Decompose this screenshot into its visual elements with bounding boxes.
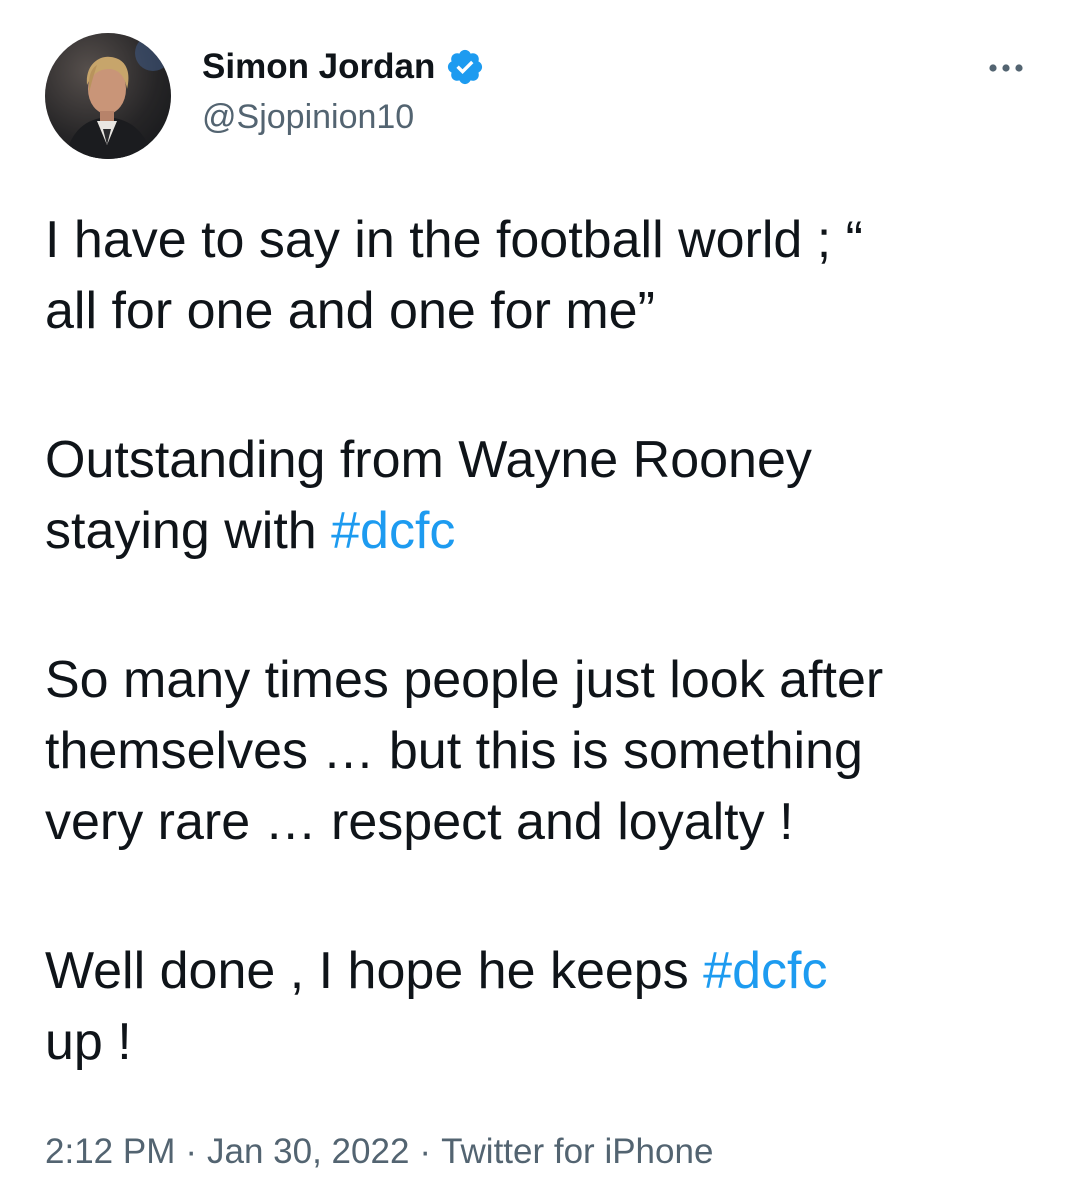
tweet-card: Simon Jordan @Sjopinion10 I have to say … xyxy=(0,0,1076,1200)
tweet-line: all for one and one for me” xyxy=(45,282,655,340)
author-name-row: Simon Jordan xyxy=(202,44,485,90)
more-options-icon[interactable] xyxy=(976,50,1036,86)
profile-photo-icon xyxy=(45,33,171,159)
tweet-line: themselves … but this is something xyxy=(45,722,863,780)
tweet-line: Outstanding from Wayne Rooney xyxy=(45,431,812,489)
tweet-paragraph: I have to say in the football world ; “ … xyxy=(45,205,1045,347)
tweet-paragraph: Well done , I hope he keeps #dcfc up ! xyxy=(45,936,1045,1078)
author-display-name[interactable]: Simon Jordan xyxy=(202,47,435,87)
tweet-time[interactable]: 2:12 PM xyxy=(45,1132,175,1171)
hashtag-link[interactable]: #dcfc xyxy=(703,942,827,1000)
hashtag-link[interactable]: #dcfc xyxy=(331,502,455,560)
tweet-line: So many times people just look after xyxy=(45,651,884,709)
author-handle[interactable]: @Sjopinion10 xyxy=(202,98,414,137)
separator-dot: · xyxy=(185,1132,198,1171)
tweet-source[interactable]: Twitter for iPhone xyxy=(441,1132,713,1171)
avatar[interactable] xyxy=(45,33,171,159)
tweet-date[interactable]: Jan 30, 2022 xyxy=(207,1132,409,1171)
tweet-text: I have to say in the football world ; “ … xyxy=(45,205,1045,1078)
verified-badge-icon xyxy=(448,49,483,85)
tweet-line: Well done , I hope he keeps xyxy=(45,942,704,1000)
tweet-line: staying with xyxy=(45,502,332,560)
separator-dot: · xyxy=(419,1132,432,1171)
tweet-line: up ! xyxy=(45,1013,132,1071)
tweet-metadata: 2:12 PM · Jan 30, 2022 · Twitter for iPhone xyxy=(45,1132,713,1172)
tweet-line: very rare … respect and loyalty ! xyxy=(45,793,794,851)
tweet-paragraph: Outstanding from Wayne Rooney staying wi… xyxy=(45,425,1045,567)
tweet-line: I have to say in the football world ; “ xyxy=(45,211,863,269)
tweet-paragraph: So many times people just look after the… xyxy=(45,645,1045,858)
